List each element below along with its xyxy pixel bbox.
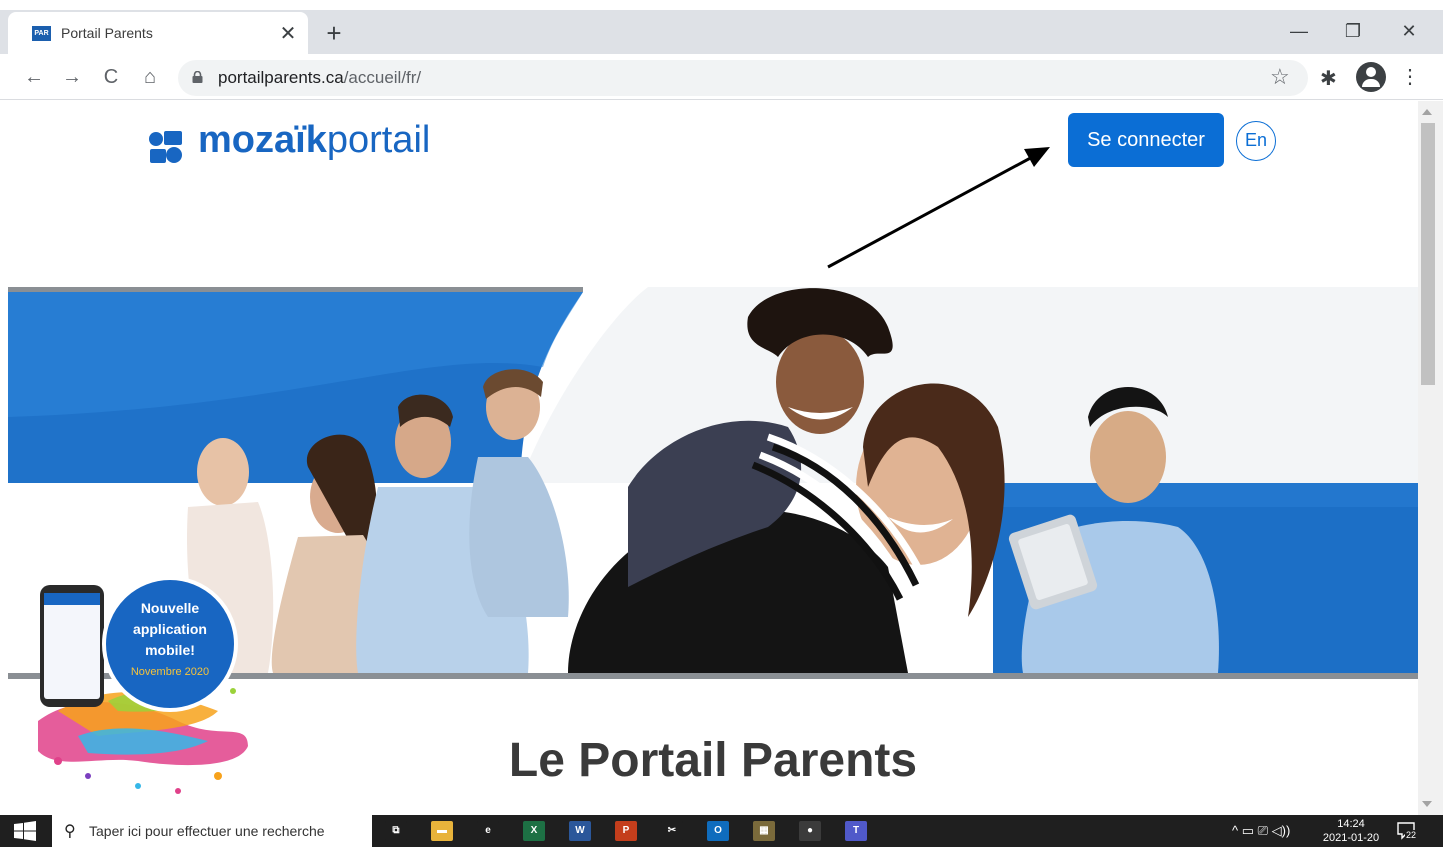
language-toggle-button[interactable]: En [1236,121,1276,161]
browser-tab[interactable]: PAR Portail Parents ✕ [8,12,308,54]
badge-line-3: mobile! [145,642,195,658]
photos-app-icon[interactable]: ▦ [753,821,775,841]
favicon-icon: PAR [32,26,51,41]
edge-app-icon[interactable]: e [477,821,499,841]
tab-title: Portail Parents [61,25,153,41]
clock-time: 14:24 [1337,818,1365,830]
windows-taskbar: ⚲ Taper ici pour effectuer une recherche… [0,815,1443,847]
lock-icon [192,71,203,83]
task-view-app-icon[interactable]: ⧉ [385,821,407,841]
system-tray-icons[interactable]: ^ ▭ ⎚ ◁)) [1232,823,1290,839]
login-button[interactable]: Se connecter [1068,113,1224,167]
annotation-arrow-icon [827,147,1050,269]
reload-button[interactable]: C [95,61,127,93]
notification-count: 22 [1405,830,1418,840]
teams-app-icon[interactable]: T [845,821,867,841]
back-button[interactable]: ← [18,61,50,93]
logo-bold-text: mozaïk [198,119,327,161]
phone-app-bar [44,593,100,605]
taskbar-clock[interactable]: 14:24 2021-01-20 [1320,817,1382,845]
windows-start-icon[interactable] [14,821,36,841]
url-domain: portailparents.ca [218,68,344,87]
browser-toolbar: ← → C ⌂ portailparents.ca/accueil/fr/ ☆ … [0,54,1443,100]
profile-avatar-icon[interactable] [1356,62,1386,92]
file-explorer-app-icon[interactable]: ▬ [431,821,453,841]
bookmark-star-icon[interactable]: ☆ [1270,64,1290,90]
scroll-up-icon[interactable] [1422,109,1432,115]
phone-mockup [40,585,104,707]
taskbar-search-input[interactable]: ⚲ Taper ici pour effectuer une recherche [52,815,372,847]
url-text[interactable]: portailparents.ca/accueil/fr/ [218,68,421,88]
powerpoint-app-icon[interactable]: P [615,821,637,841]
close-window-button[interactable]: ✕ [1386,14,1432,48]
maximize-button[interactable]: ❐ [1330,14,1376,48]
outlook-app-icon[interactable]: O [707,821,729,841]
page-title: Le Portail Parents [508,734,918,787]
badge-line-4: Novembre 2020 [130,666,210,678]
word-app-icon[interactable]: W [569,821,591,841]
menu-icon[interactable]: ⋮ [1400,64,1420,89]
forward-button[interactable]: → [56,61,88,93]
screen: PAR Portail Parents ✕ + — ❐ ✕ ← → C ⌂ po… [0,0,1443,847]
logo-mark-icon [149,131,182,163]
extensions-icon[interactable]: ✱ [1320,66,1337,91]
search-placeholder: Taper ici pour effectuer une recherche [89,823,325,839]
page-scrollbar[interactable] [1418,101,1443,815]
tab-strip: PAR Portail Parents ✕ + — ❐ ✕ [0,10,1443,54]
badge-line-2: application [133,621,207,637]
logo-text: mozaïkportail [198,119,430,162]
phone-screen [44,593,100,699]
clock-date: 2021-01-20 [1322,832,1380,844]
scroll-down-icon[interactable] [1422,801,1432,807]
badge-circle: Nouvelle application mobile! Novembre 20… [102,576,238,712]
search-icon: ⚲ [64,823,76,840]
scrollbar-thumb[interactable] [1421,123,1435,385]
badge-line-1: Nouvelle [140,600,200,616]
chrome-app-icon[interactable]: ● [799,821,821,841]
page-viewport: mozaïkportail Se connecter En Nouvelle a… [8,101,1418,815]
address-bar[interactable]: portailparents.ca/accueil/fr/ ☆ [178,60,1308,96]
minimize-button[interactable]: — [1276,14,1322,48]
tab-close-icon[interactable]: ✕ [274,20,302,48]
url-path: /accueil/fr/ [343,68,422,87]
new-tab-button[interactable]: + [318,18,350,50]
notification-center-icon[interactable]: 22 [1396,821,1418,841]
home-button[interactable]: ⌂ [134,61,166,93]
excel-app-icon[interactable]: X [523,821,545,841]
snipping-app-icon[interactable]: ✂ [661,821,683,841]
logo-light-text: portail [326,119,431,161]
